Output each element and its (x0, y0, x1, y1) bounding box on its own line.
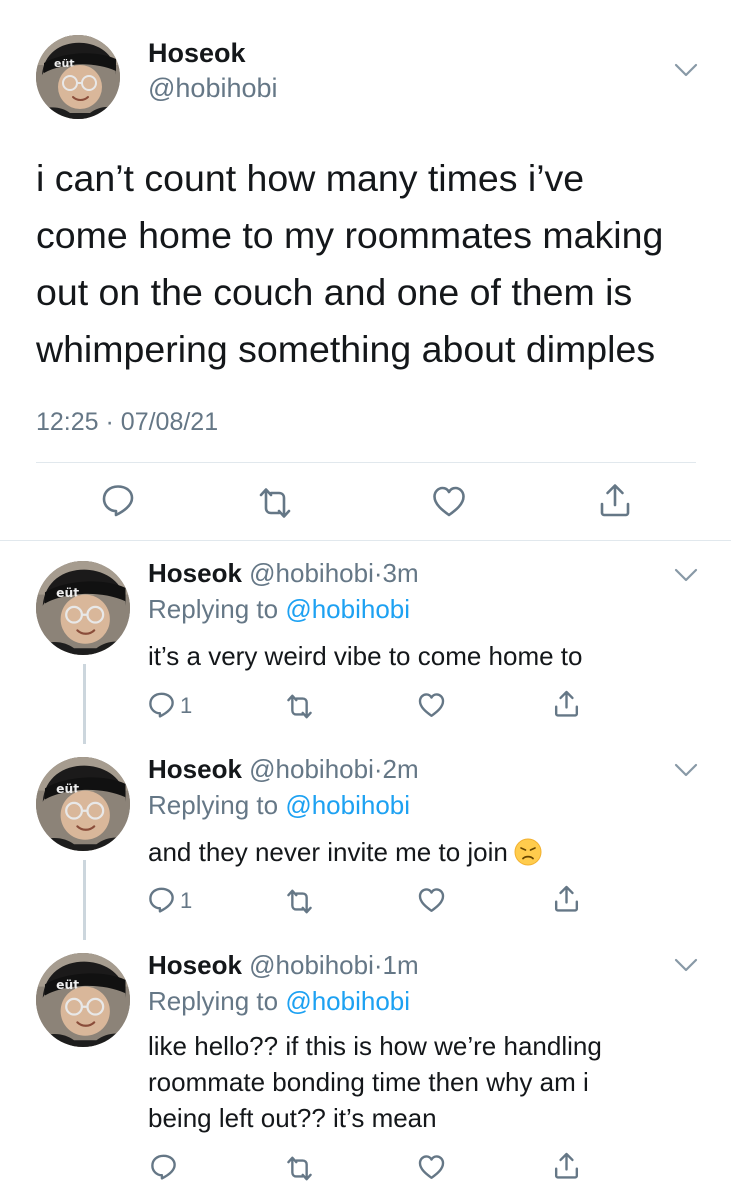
share-icon[interactable] (553, 1152, 580, 1179)
reply-count: 1 (180, 693, 193, 718)
share-icon[interactable] (553, 690, 580, 717)
tweet-timestamp[interactable]: 12:25 · 07/08/21 (36, 408, 218, 437)
reply-count: 1 (180, 888, 193, 913)
tweet-date: 07/08/21 (120, 408, 219, 436)
tweet-time: 12:25 (36, 408, 99, 436)
chevron-down-icon[interactable] (674, 62, 698, 78)
disappointed-face-icon (514, 838, 542, 866)
meta-separator: · (105, 408, 114, 436)
meta-separator: · (373, 754, 383, 784)
divider (0, 540, 731, 541)
replying-to-label: Replying to (148, 594, 279, 624)
replying-to: Replying to @hobihobi (148, 986, 410, 1017)
like-icon[interactable] (418, 1154, 445, 1181)
retweet-icon[interactable] (286, 693, 313, 720)
replying-to-mention[interactable]: @hobihobi (285, 594, 410, 624)
retweet-icon[interactable] (258, 486, 292, 520)
author-name[interactable]: Hoseok (148, 558, 242, 588)
chevron-down-icon[interactable] (674, 957, 698, 973)
meta-separator: · (373, 950, 383, 980)
tweet-text-line: whimpering something about dimples (36, 328, 656, 370)
reply-text-line: roommate bonding time then why am i (148, 1067, 589, 1097)
avatar[interactable] (36, 757, 130, 851)
like-icon[interactable] (432, 485, 466, 519)
reply-icon[interactable] (150, 1153, 177, 1180)
author-name[interactable]: Hoseok (148, 950, 242, 980)
tweet-text-line: i can’t count how many times i’ve (36, 157, 585, 199)
author-handle[interactable]: @hobihobi (249, 558, 374, 588)
reply-text-content: and they never invite me to join (148, 837, 508, 867)
reply-time[interactable]: 3m (383, 558, 419, 588)
reply-header: Hoseok @hobihobi·1m (148, 950, 419, 981)
author-name[interactable]: Hoseok (148, 38, 246, 69)
chevron-down-icon[interactable] (674, 762, 698, 778)
share-icon[interactable] (598, 483, 632, 517)
reply-icon[interactable] (148, 886, 175, 913)
like-icon[interactable] (418, 692, 445, 719)
tweet-text-line: come home to my roommates making (36, 214, 664, 256)
reply-time[interactable]: 1m (383, 950, 419, 980)
reply-text-line: and they never invite me to join (148, 834, 542, 870)
meta-separator: · (373, 558, 383, 588)
reply-text: it’s a very weird vibe to come home to (148, 638, 582, 674)
tweet-text-line: out on the couch and one of them is (36, 271, 633, 313)
retweet-icon[interactable] (286, 888, 313, 915)
avatar[interactable] (36, 35, 120, 119)
author-name[interactable]: Hoseok (148, 754, 242, 784)
thread-line (83, 664, 86, 744)
reply-icon[interactable] (148, 691, 175, 718)
avatar[interactable] (36, 561, 130, 655)
chevron-down-icon[interactable] (674, 567, 698, 583)
reply-text-line: being left out?? it’s mean (148, 1103, 437, 1133)
divider (36, 462, 696, 463)
reply-text: and they never invite me to join (148, 834, 542, 870)
like-icon[interactable] (418, 887, 445, 914)
replying-to-mention[interactable]: @hobihobi (285, 986, 410, 1016)
author-handle[interactable]: @hobihobi (249, 950, 374, 980)
avatar[interactable] (36, 953, 130, 1047)
replying-to-label: Replying to (148, 790, 279, 820)
reply-header: Hoseok @hobihobi·3m (148, 558, 419, 589)
replying-to-mention[interactable]: @hobihobi (285, 790, 410, 820)
author-handle[interactable]: @hobihobi (249, 754, 374, 784)
retweet-icon[interactable] (286, 1155, 313, 1182)
reply-time[interactable]: 2m (383, 754, 419, 784)
reply-text-line: it’s a very weird vibe to come home to (148, 641, 583, 671)
author-handle[interactable]: @hobihobi (148, 73, 278, 104)
tweet-text: i can’t count how many times i’ve come h… (36, 150, 706, 378)
reply-icon[interactable] (101, 483, 135, 517)
replying-to: Replying to @hobihobi (148, 594, 410, 625)
replying-to-label: Replying to (148, 986, 279, 1016)
thread-line (83, 860, 86, 940)
replying-to: Replying to @hobihobi (148, 790, 410, 821)
share-icon[interactable] (553, 885, 580, 912)
reply-header: Hoseok @hobihobi·2m (148, 754, 419, 785)
reply-text: like hello?? if this is how we’re handli… (148, 1028, 602, 1136)
reply-text-line: like hello?? if this is how we’re handli… (148, 1031, 602, 1061)
